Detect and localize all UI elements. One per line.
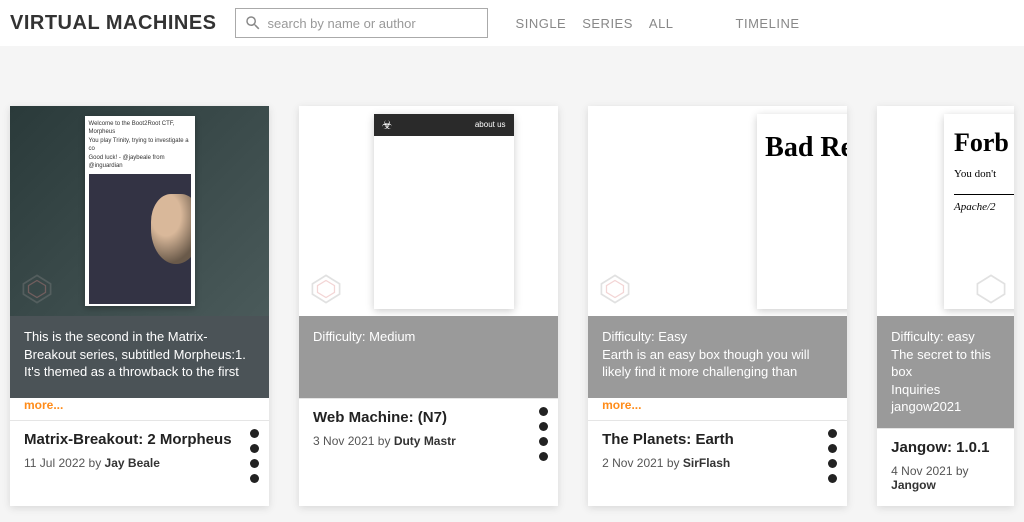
vm-author[interactable]: Duty Mastr [394,434,456,448]
vm-card[interactable]: Forb You don't Apache/2 Difficulty: easy… [877,106,1014,506]
card-grid: Welcome to the Boot2Root CTF, Morpheus Y… [0,46,1024,516]
card-menu-icon[interactable] [828,429,837,483]
thumb-line: Good luck! - @jaybeale from @inguardian [89,154,191,171]
search-box[interactable] [235,8,488,38]
vm-title[interactable]: Matrix-Breakout: 2 Morpheus [24,431,255,448]
vm-meta: 4 Nov 2021 by Jangow [891,464,1000,492]
vm-title[interactable]: Web Machine: (N7) [313,409,544,426]
brand-logo-icon [974,272,1008,306]
vm-meta: 3 Nov 2021 by Duty Mastr [313,434,544,448]
card-thumbnail: Welcome to the Boot2Root CTF, Morpheus Y… [10,106,269,316]
vm-meta: 11 Jul 2022 by Jay Beale [24,456,255,470]
topbar: VIRTUAL MACHINES SINGLE SERIES ALL TIMEL… [0,0,1024,46]
thumb-header-text: about us [475,120,506,129]
vm-card[interactable]: Welcome to the Boot2Root CTF, Morpheus Y… [10,106,269,506]
more-link[interactable]: more... [588,398,847,420]
card-footer: Matrix-Breakout: 2 Morpheus 11 Jul 2022 … [10,420,269,484]
thumb-big-text: Forb [954,128,1014,158]
card-description: Difficulty: easy The secret to this box … [877,316,1014,428]
brand-logo-icon [598,272,632,306]
thumb-line: You play Trinity, trying to investigate … [89,137,191,154]
card-description: This is the second in the Matrix-Breakou… [10,316,269,398]
card-description: Difficulty: Easy Earth is an easy box th… [588,316,847,398]
card-thumbnail: ☣ about us [299,106,558,316]
thumbnail-mini: Bad Requ [757,114,847,309]
card-footer: Web Machine: (N7) 3 Nov 2021 by Duty Mas… [299,398,558,462]
card-menu-icon[interactable] [250,429,259,483]
nav: SINGLE SERIES ALL TIMELINE [516,16,800,31]
vm-author[interactable]: SirFlash [683,456,730,470]
thumb-sub-text: You don't [954,168,1014,180]
search-input[interactable] [268,16,479,31]
vm-title[interactable]: Jangow: 1.0.1 [891,439,1000,456]
brand-logo-icon [20,272,54,306]
vm-title[interactable]: The Planets: Earth [602,431,833,448]
card-footer: Jangow: 1.0.1 4 Nov 2021 by Jangow [877,428,1014,506]
vm-author[interactable]: Jay Beale [105,456,160,470]
thumb-foot-text: Apache/2 [954,201,1014,213]
card-thumbnail: Forb You don't Apache/2 [877,106,1014,316]
thumb-line: Welcome to the Boot2Root CTF, Morpheus [89,120,191,137]
search-icon [244,14,262,32]
vm-card[interactable]: ☣ about us Difficulty: Medium Web Machine… [299,106,558,506]
card-description: Difficulty: Medium [299,316,558,398]
nav-timeline[interactable]: TIMELINE [736,16,800,31]
vm-author[interactable]: Jangow [891,478,936,492]
page-title: VIRTUAL MACHINES [10,12,217,35]
thumbnail-mini: ☣ about us [374,114,514,309]
vm-card[interactable]: Bad Requ Difficulty: Easy Earth is an ea… [588,106,847,506]
card-footer: The Planets: Earth 2 Nov 2021 by SirFlas… [588,420,847,484]
nav-series[interactable]: SERIES [582,16,633,31]
brand-logo-icon [309,272,343,306]
nav-all[interactable]: ALL [649,16,674,31]
card-menu-icon[interactable] [539,407,548,461]
biohazard-icon: ☣ [382,118,393,132]
vm-meta: 2 Nov 2021 by SirFlash [602,456,833,470]
nav-single[interactable]: SINGLE [516,16,567,31]
thumb-big-text: Bad Requ [765,132,847,164]
card-thumbnail: Bad Requ [588,106,847,316]
more-link[interactable]: more... [10,398,269,420]
thumbnail-mini: Welcome to the Boot2Root CTF, Morpheus Y… [85,116,195,306]
